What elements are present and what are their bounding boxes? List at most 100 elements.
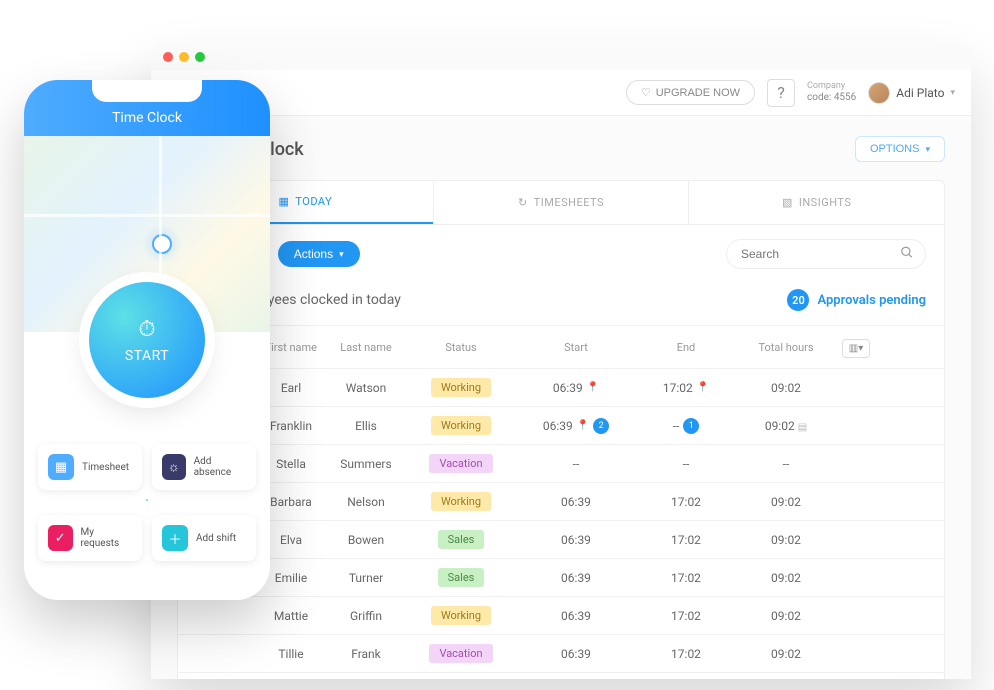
- cell-end: 17:02: [636, 527, 736, 553]
- cell-total: 09:02: [736, 489, 836, 515]
- cell-last-name: Ellis: [326, 413, 406, 439]
- cell-first-name: Tillie: [256, 641, 326, 667]
- upgrade-label: UPGRADE NOW: [656, 87, 740, 99]
- chart-icon: ▧: [782, 196, 793, 209]
- window-controls: [151, 44, 971, 70]
- table-row[interactable]: Elva Bowen Sales 06:39 17:02 09:02: [178, 520, 944, 558]
- column-settings-button[interactable]: ▥▾: [842, 339, 870, 358]
- page-content: ⏱ Time Clock OPTIONS ▾ ▦ TODAY ↻ TIMESHE…: [151, 116, 971, 679]
- user-menu[interactable]: Adi Plato ▾: [868, 82, 955, 104]
- heart-icon: ♡: [641, 86, 651, 99]
- summary-row: 6/50 employees clocked in today 20 Appro…: [178, 283, 944, 325]
- table-row[interactable]: Earl Watson Working 06:39📍 17:02📍 09:02: [178, 368, 944, 406]
- cell-last-name: Bowen: [326, 527, 406, 553]
- cell-end: 17:02📍: [636, 375, 736, 401]
- table-row[interactable]: Emilie Turner Sales 06:39 17:02 09:02: [178, 558, 944, 596]
- cell-total: 09:02 ▤: [736, 413, 836, 439]
- table-row[interactable]: ✓ Franklin Ellis Working 06:39📍2 --1 09:…: [178, 406, 944, 444]
- user-name: Adi Plato: [896, 86, 944, 100]
- approvals-link[interactable]: 20 Approvals pending: [787, 289, 926, 311]
- tile-add-absence[interactable]: ☼ Add absence: [152, 444, 256, 490]
- tile-add-shift[interactable]: ＋ Add shift: [152, 515, 256, 561]
- table-row[interactable]: Barbara Nelson Working 06:39 17:02 09:02: [178, 482, 944, 520]
- approvals-badge: 20: [787, 289, 809, 311]
- company-info: Company code: 4556: [807, 81, 856, 104]
- search-icon: [900, 245, 914, 264]
- table-row[interactable]: ✓ Stella Summers Vacation -- -- --: [178, 444, 944, 482]
- status-badge: Working: [431, 492, 491, 511]
- history-icon: ↻: [518, 196, 528, 209]
- table-header: First name Last name Status Start End To…: [178, 325, 944, 368]
- top-bar: eam ♡ UPGRADE NOW ? Company code: 4556 A…: [151, 70, 971, 116]
- question-icon: ?: [777, 83, 785, 102]
- note-icon: ▤: [798, 422, 807, 433]
- cell-end: 17:02: [636, 641, 736, 667]
- cell-last-name: Summers: [326, 451, 406, 477]
- tile-my-requests[interactable]: ✓ My requests: [38, 515, 142, 561]
- cell-start: 06:39: [516, 641, 636, 667]
- calendar-icon: ▦: [48, 454, 74, 480]
- cell-start: 06:39: [516, 565, 636, 591]
- employee-table: First name Last name Status Start End To…: [178, 325, 944, 672]
- page-indicator: •: [38, 496, 256, 505]
- cell-last-name: Griffin: [326, 603, 406, 629]
- location-icon: 📍: [587, 382, 599, 393]
- start-button[interactable]: ⏱ START: [89, 282, 205, 398]
- tab-timesheets[interactable]: ↻ TIMESHEETS: [433, 181, 689, 224]
- status-badge: Vacation: [429, 454, 492, 473]
- cell-start: 06:39: [516, 527, 636, 553]
- cell-total: 09:02: [736, 527, 836, 553]
- status-badge: Sales: [438, 530, 485, 549]
- check-icon: ✓: [48, 525, 73, 551]
- chevron-down-icon: ▾: [339, 249, 344, 260]
- stopwatch-icon: ⏱: [138, 317, 155, 342]
- main-card: ▦ TODAY ↻ TIMESHEETS ▧ INSIGHTS ⇅ Filter: [177, 180, 945, 679]
- tab-insights[interactable]: ▧ INSIGHTS: [688, 181, 944, 224]
- cell-end: --1: [636, 412, 736, 440]
- mobile-title: Time Clock: [112, 110, 182, 126]
- sun-icon: ☼: [162, 454, 186, 480]
- cell-start: 06:39: [516, 489, 636, 515]
- browser-window: eam ♡ UPGRADE NOW ? Company code: 4556 A…: [151, 44, 971, 679]
- table-row[interactable]: Tillie Frank Vacation 06:39 17:02 09:02: [178, 634, 944, 672]
- tab-bar: ▦ TODAY ↻ TIMESHEETS ▧ INSIGHTS: [178, 181, 944, 225]
- end-count-badge: 1: [683, 418, 699, 434]
- location-icon: 📍: [577, 420, 589, 431]
- minimize-dot[interactable]: [179, 52, 189, 62]
- start-count-badge: 2: [593, 418, 609, 434]
- cell-total: 09:02: [736, 641, 836, 667]
- chevron-down-icon: ▾: [925, 144, 930, 155]
- mobile-quick-actions: ▦ Timesheet ☼ Add absence • ✓ My request…: [24, 426, 270, 575]
- calendar-icon: ▦: [278, 195, 289, 208]
- actions-button[interactable]: Actions ▾: [278, 241, 360, 267]
- plus-icon: ＋: [162, 525, 188, 551]
- table-row[interactable]: Mattie Griffin Working 06:39 17:02 09:02: [178, 596, 944, 634]
- options-button[interactable]: OPTIONS ▾: [855, 136, 945, 162]
- cell-total: 09:02: [736, 375, 836, 401]
- cell-start: --: [516, 451, 636, 477]
- start-label: START: [125, 348, 169, 364]
- cell-total: 09:02: [736, 565, 836, 591]
- upgrade-button[interactable]: ♡ UPGRADE NOW: [626, 80, 755, 105]
- cell-end: 17:02: [636, 489, 736, 515]
- search-box: [726, 239, 926, 269]
- cell-end: 17:02: [636, 565, 736, 591]
- map-user-pin: [142, 224, 182, 264]
- cell-start: 06:39📍: [516, 375, 636, 401]
- avatar-icon: [868, 82, 890, 104]
- toolbar: ⇅ Filter Actions ▾: [178, 225, 944, 283]
- status-badge: Working: [431, 416, 491, 435]
- tile-timesheet[interactable]: ▦ Timesheet: [38, 444, 142, 490]
- status-badge: Working: [431, 378, 491, 397]
- cell-last-name: Turner: [326, 565, 406, 591]
- phone-notch: [92, 80, 202, 102]
- chevron-down-icon: ▾: [950, 88, 955, 98]
- close-dot[interactable]: [163, 52, 173, 62]
- cell-total: --: [736, 451, 836, 477]
- location-icon: 📍: [697, 382, 709, 393]
- maximize-dot[interactable]: [195, 52, 205, 62]
- help-button[interactable]: ?: [767, 79, 795, 107]
- cell-last-name: Watson: [326, 375, 406, 401]
- cell-start: 06:39: [516, 603, 636, 629]
- search-input[interactable]: [726, 239, 926, 269]
